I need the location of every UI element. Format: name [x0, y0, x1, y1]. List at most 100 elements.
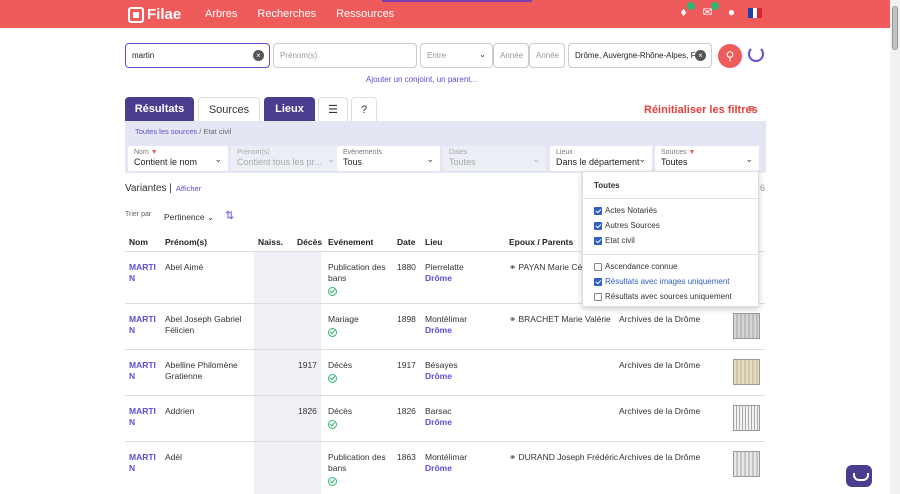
show-variants-link[interactable]: Afficher [176, 184, 201, 193]
col-header-prenom[interactable]: Prénom(s) [165, 237, 207, 247]
document-thumbnail[interactable] [733, 359, 760, 385]
col-header-naissance[interactable]: Naiss. [258, 237, 283, 247]
row-archive: Archives de la Drôme [619, 406, 701, 416]
row-dept[interactable]: Drôme [425, 325, 452, 336]
row-event: Mariage [328, 314, 359, 324]
scrollbar-thumb[interactable] [892, 6, 898, 50]
option-etat-civil[interactable]: Etat civil [594, 236, 635, 245]
chevron-down-icon: ⌄ [532, 154, 540, 164]
row-prenom: Addrien [165, 406, 195, 416]
col-header-deces[interactable]: Décès [297, 237, 322, 247]
row-verified-icon [328, 325, 337, 340]
year-to-placeholder: Année [536, 51, 560, 60]
checkbox[interactable] [594, 221, 602, 230]
chat-bot-button[interactable] [846, 465, 872, 487]
checkbox[interactable] [594, 262, 602, 271]
col-header-date[interactable]: Date [397, 237, 415, 247]
help-button[interactable]: ? [351, 97, 377, 121]
clear-place-icon[interactable]: × [695, 50, 706, 61]
filae-logo[interactable]: Filae [128, 6, 181, 23]
search-icon: ⚲ [725, 49, 735, 63]
chevron-down-icon: ⌄ [479, 50, 486, 59]
filter-nom-value: Contient le nom [134, 157, 198, 167]
divider [583, 254, 760, 255]
checkbox[interactable] [594, 292, 602, 301]
option-actes-notaries[interactable]: Actes Notariés [594, 206, 657, 215]
option-ascendance[interactable]: Ascendance connue [594, 262, 678, 271]
row-parents-name: BRACHET Marie Valérie [518, 314, 611, 324]
nav-item-arbres[interactable]: Arbres [205, 8, 237, 20]
couple-icon: ⚭ [509, 262, 517, 272]
divider [583, 198, 760, 199]
sort-order-icon[interactable]: ⇅ [225, 209, 234, 222]
row-dept[interactable]: Drôme [425, 371, 452, 382]
user-icon[interactable]: ● [724, 5, 739, 20]
filter-nom-label: Nom [134, 149, 149, 156]
document-thumbnail[interactable] [733, 405, 760, 431]
add-relative-link[interactable]: Ajouter un conjoint, un parent... [366, 75, 477, 84]
event-select[interactable]: Entre ⌄ [420, 43, 493, 68]
row-divider [125, 441, 765, 442]
bell-icon[interactable]: ♦ [676, 2, 695, 20]
row-deces: 1826 [298, 406, 317, 416]
breadcrumb-separator: / [199, 127, 202, 136]
checkbox[interactable] [594, 277, 602, 286]
row-nom[interactable]: MARTIN [129, 452, 157, 474]
col-header-epoux[interactable]: Epoux / Parents [509, 237, 573, 247]
search-button[interactable]: ⚲ [718, 44, 742, 68]
clear-name-icon[interactable]: × [253, 50, 264, 61]
col-header-nom[interactable]: Nom [129, 237, 148, 247]
filter-sources[interactable]: Sources ▼ Toutes ⌄ [655, 146, 759, 171]
sort-value: Pertinence [164, 212, 205, 222]
chevron-down-icon: ⌄ [426, 154, 434, 164]
tab-lieux[interactable]: Lieux [264, 97, 315, 121]
col-header-lieu[interactable]: Lieu [425, 237, 442, 247]
row-parents-name: PAYAN Marie Céci [518, 262, 589, 272]
row-event: Décès [328, 360, 353, 370]
col-header-evenement[interactable]: Evénement [328, 237, 373, 247]
filter-settings-button[interactable]: ☰ [318, 97, 348, 121]
row-nom[interactable]: MARTIN [129, 314, 157, 336]
firstname-input[interactable]: Prénom(s) [273, 43, 417, 68]
row-dept[interactable]: Drôme [425, 463, 452, 474]
option-label: Résultats avec sources uniquement [605, 292, 732, 301]
mail-icon[interactable]: ✉ [700, 2, 719, 20]
row-divider [125, 349, 765, 350]
row-dept[interactable]: Drôme [425, 273, 452, 284]
document-thumbnail[interactable] [733, 451, 760, 477]
document-thumbnail[interactable] [733, 313, 760, 339]
place-input[interactable]: Drôme, Auvergne-Rhône-Alpes, Fra × [568, 43, 712, 68]
option-images-only[interactable]: Résultats avec images uniquement [594, 277, 730, 286]
option-autres-sources[interactable]: Autres Sources [594, 221, 660, 230]
option-sources-only[interactable]: Résultats avec sources uniquement [594, 292, 732, 301]
dropdown-title: Toutes [594, 181, 620, 190]
reset-filters-icon[interactable]: ≡ [748, 103, 754, 115]
nav-item-recherches[interactable]: Recherches [257, 8, 316, 20]
row-prenom: Abelline Philomène Gratienne [165, 360, 238, 381]
row-dept[interactable]: Drôme [425, 417, 452, 428]
row-nom[interactable]: MARTIN [129, 262, 157, 284]
year-to-input[interactable]: Année [529, 43, 565, 68]
reset-filters-link[interactable]: Réinitialiser les filtres [644, 104, 758, 116]
breadcrumb-all-sources[interactable]: Toutes les sources [135, 127, 197, 136]
filter-evenements[interactable]: Evénements Tous ⌄ [337, 146, 440, 171]
sort-select[interactable]: Pertinence ⌄ [164, 212, 214, 223]
row-nom[interactable]: MARTIN [129, 406, 157, 428]
french-flag-icon[interactable] [748, 7, 763, 18]
tab-sources[interactable]: Sources [198, 97, 260, 121]
nav-item-ressources[interactable]: Ressources [336, 8, 394, 20]
row-nom[interactable]: MARTIN [129, 360, 157, 382]
year-from-input[interactable]: Année [493, 43, 529, 68]
tab-results[interactable]: Résultats [125, 97, 194, 121]
filter-nom[interactable]: Nom ▼ Contient le nom ⌄ [128, 146, 228, 171]
filter-lieux[interactable]: Lieux Dans le département ⌄ [550, 146, 652, 171]
filter-prenom: Prénom(s) Contient tous les pr... ⌄ [231, 146, 341, 171]
place-input-value: Drôme, Auvergne-Rhône-Alpes, Fra [575, 51, 697, 60]
row-date: 1826 [397, 406, 416, 416]
chevron-down-icon: ⌄ [745, 154, 753, 164]
checkbox[interactable] [594, 236, 602, 245]
name-search-input[interactable]: martin × [125, 43, 270, 68]
page-scrollbar[interactable] [890, 0, 900, 494]
refresh-icon[interactable] [748, 46, 764, 62]
checkbox[interactable] [594, 206, 602, 215]
